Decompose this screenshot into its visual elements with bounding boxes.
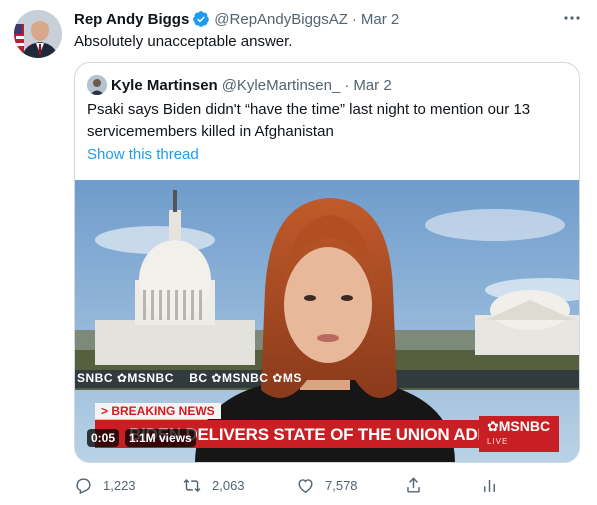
ticker-text: SNBC ✿MSNBC BC ✿MSNBC ✿MS xyxy=(77,371,302,385)
quoted-author-avatar xyxy=(87,75,107,95)
tweet-actions: 1,223 2,063 7,578 xyxy=(74,473,504,497)
live-label: LIVE xyxy=(487,437,509,446)
reply-count: 1,223 xyxy=(103,477,136,493)
analytics-button[interactable] xyxy=(480,473,509,497)
like-count: 7,578 xyxy=(325,477,358,493)
video-views: 1.1M views xyxy=(125,429,196,447)
retweet-button[interactable]: 2,063 xyxy=(182,473,245,497)
video-time: 0:05 xyxy=(87,429,120,447)
tweet-text: Absolutely unacceptable answer. xyxy=(74,33,293,50)
retweet-icon xyxy=(183,478,201,492)
show-thread-link[interactable]: Show this thread xyxy=(87,145,199,165)
author-avatar[interactable] xyxy=(14,10,62,58)
retweet-count: 2,063 xyxy=(212,477,245,493)
reply-button[interactable]: 1,223 xyxy=(74,473,136,497)
network-logo: ✿MSNBC xyxy=(487,418,551,434)
share-button[interactable] xyxy=(404,473,433,497)
like-icon xyxy=(298,478,313,493)
reply-icon xyxy=(76,477,91,494)
more-icon[interactable] xyxy=(561,8,583,28)
tweet-date[interactable]: Mar 2 xyxy=(361,11,399,28)
quoted-tweet-date: Mar 2 xyxy=(353,76,392,94)
tweet-header: Rep Andy Biggs @RepAndyBiggsAZ · Mar 2 xyxy=(74,9,399,29)
analytics-icon xyxy=(484,479,495,492)
share-icon xyxy=(407,476,420,493)
quoted-author-name: Kyle Martinsen xyxy=(111,76,218,94)
separator-dot: · xyxy=(351,10,357,28)
author-handle[interactable]: @RepAndyBiggsAZ xyxy=(214,11,348,28)
tweet: Rep Andy Biggs @RepAndyBiggsAZ · Mar 2 A… xyxy=(0,0,597,505)
separator-dot: · xyxy=(344,76,350,94)
quoted-tweet-header: Kyle Martinsen @KyleMartinsen_ · Mar 2 xyxy=(87,75,392,95)
like-button[interactable]: 7,578 xyxy=(296,473,358,497)
quoted-tweet-text: Psaki says Biden didn't “have the time” … xyxy=(87,101,531,140)
video-player[interactable]: SNBC ✿MSNBC BC ✿MSNBC ✿MS > BREAKING NEW… xyxy=(75,180,579,462)
verified-badge-icon xyxy=(192,10,210,28)
quoted-author-handle: @KyleMartinsen_ xyxy=(221,76,341,94)
breaking-news-label: > BREAKING NEWS xyxy=(95,403,221,419)
author-name[interactable]: Rep Andy Biggs xyxy=(74,11,189,28)
quoted-tweet[interactable]: Kyle Martinsen @KyleMartinsen_ · Mar 2 P… xyxy=(74,62,580,463)
